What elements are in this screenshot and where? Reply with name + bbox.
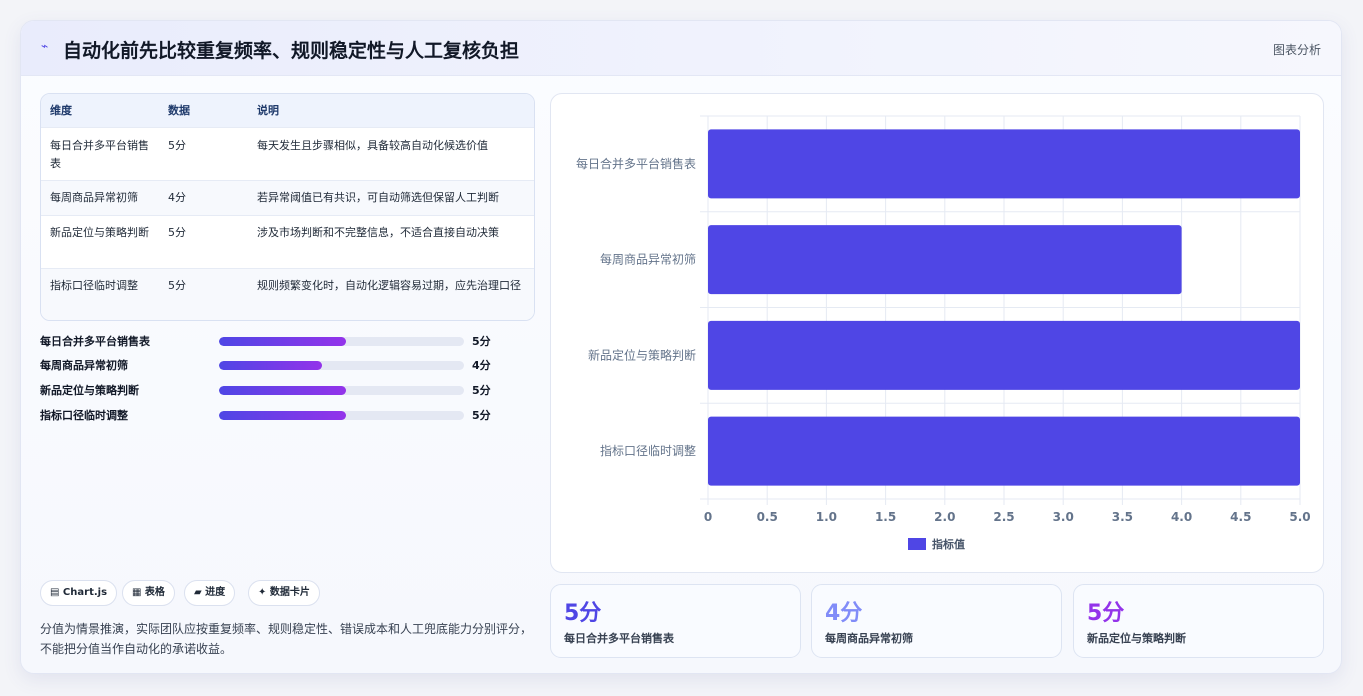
- stat-card: 4分 每周商品异常初筛: [811, 584, 1062, 658]
- table-cell: 4分: [168, 191, 186, 204]
- x-tick-label: 0: [704, 510, 712, 524]
- column-header: 维度: [50, 104, 72, 117]
- legend-swatch: [908, 538, 926, 550]
- table-cell: 5分: [168, 139, 186, 152]
- table-row: 指标口径临时调整 5分 规则频繁变化时，自动化逻辑容易过期，应先治理口径: [41, 268, 534, 320]
- chart-logo-icon: ⌁: [41, 39, 49, 53]
- chip-table[interactable]: ▦ 表格: [122, 580, 175, 606]
- progress-fill: [219, 411, 347, 420]
- progress-track: [219, 361, 464, 370]
- progress-item: 每周商品异常初筛 4分: [40, 355, 520, 375]
- bar-chart: 0 0.5 1.0 1.5 2.0 2.5 3.0 3.5 4.0 4.5 5.0 每日合并多平台销售…: [576, 115, 1311, 551]
- x-tick-label: 1.5: [875, 510, 896, 524]
- report-card: ⌁ 自动化前先比较重复频率、规则稳定性与人工复核负担 图表分析 维度 数据 说明…: [20, 20, 1342, 674]
- table-cell: 指标口径临时调整: [50, 279, 138, 292]
- x-tick-label: 0.5: [757, 510, 778, 524]
- table-cell: 5分: [168, 279, 186, 292]
- stat-card: 5分 每日合并多平台销售表: [550, 584, 801, 658]
- table-cell: 若异常阈值已有共识，可自动筛选但保留人工判断: [257, 191, 499, 204]
- progress-label: 每周商品异常初筛: [40, 359, 128, 372]
- x-tick-label: 2.0: [934, 510, 955, 524]
- x-tick-label: 1.0: [816, 510, 837, 524]
- stat-value: 5分: [564, 601, 602, 626]
- bar: [708, 416, 1300, 486]
- footnote: 分值为情景推演，实际团队应按重复频率、规则稳定性、错误成本和人工兜底能力分别评分…: [40, 622, 533, 656]
- y-category-label: 指标口径临时调整: [600, 443, 696, 458]
- progress-value: 5分: [472, 384, 491, 397]
- table-cell: 每天发生且步骤相似，具备较高自动化候选价值: [257, 139, 488, 152]
- legend-label: 指标值: [932, 537, 965, 551]
- stat-caption: 新品定位与策略判断: [1087, 632, 1186, 645]
- x-tick-label: 4.5: [1230, 510, 1251, 524]
- table-cell: 涉及市场判断和不完整信息，不适合直接自动决策: [257, 226, 499, 239]
- stat-card: 5分 新品定位与策略判断: [1073, 584, 1324, 658]
- table-row: 每周商品异常初筛 4分 若异常阈值已有共识，可自动筛选但保留人工判断: [41, 180, 534, 215]
- progress-value: 5分: [472, 409, 491, 422]
- table-cell: 每日合并多平台销售表: [50, 139, 149, 170]
- progress-track: [219, 386, 464, 395]
- x-tick-label: 5.0: [1289, 510, 1310, 524]
- progress-item: 新品定位与策略判断 5分: [40, 380, 520, 400]
- chip-progress[interactable]: ▰ 进度: [184, 580, 236, 606]
- y-category-label: 每日合并多平台销售表: [576, 156, 696, 171]
- progress-fill: [219, 361, 322, 370]
- stat-caption: 每日合并多平台销售表: [564, 632, 674, 645]
- table-cell: 5分: [168, 226, 186, 239]
- chip-data-cards[interactable]: ✦ 数据卡片: [248, 580, 320, 606]
- stat-value: 5分: [1087, 601, 1125, 626]
- x-tick-label: 3.0: [1053, 510, 1074, 524]
- bar: [708, 129, 1300, 199]
- table-header-row: 维度 数据 说明: [41, 94, 534, 127]
- progress-value: 5分: [472, 335, 491, 348]
- x-tick-label: 4.0: [1171, 510, 1192, 524]
- progress-fill: [219, 386, 347, 395]
- bar: [708, 225, 1182, 295]
- y-category-label: 新品定位与策略判断: [588, 347, 696, 362]
- stat-value: 4分: [825, 601, 863, 626]
- table-cell: 规则频繁变化时，自动化逻辑容易过期，应先治理口径: [257, 279, 521, 292]
- progress-label: 每日合并多平台销售表: [40, 335, 150, 348]
- bar: [708, 320, 1300, 390]
- x-tick-label: 3.5: [1112, 510, 1133, 524]
- progress-item: 每日合并多平台销售表 5分: [40, 331, 520, 351]
- progress-label: 新品定位与策略判断: [40, 384, 139, 397]
- progress-track: [219, 411, 464, 420]
- progress-track: [219, 337, 464, 346]
- progress-fill: [219, 337, 347, 346]
- x-tick-label: 2.5: [993, 510, 1014, 524]
- stat-caption: 每周商品异常初筛: [825, 632, 913, 645]
- chart-panel: 0 0.5 1.0 1.5 2.0 2.5 3.0 3.5 4.0 4.5 5.0 每日合并多平台销售…: [550, 93, 1324, 573]
- data-table: 维度 数据 说明 每日合并多平台销售表 5分 每天发生且步骤相似，具备较高自动化…: [40, 93, 535, 321]
- column-header: 说明: [257, 104, 279, 117]
- header-bar: ⌁ 自动化前先比较重复频率、规则稳定性与人工复核负担 图表分析: [21, 21, 1341, 76]
- table-cell: 新品定位与策略判断: [50, 226, 149, 239]
- column-header: 数据: [168, 104, 190, 117]
- progress-item: 指标口径临时调整 5分: [40, 405, 520, 425]
- table-row: 新品定位与策略判断 5分 涉及市场判断和不完整信息，不适合直接自动决策: [41, 215, 534, 268]
- table-row: 每日合并多平台销售表 5分 每天发生且步骤相似，具备较高自动化候选价值: [41, 127, 534, 180]
- header-tag: 图表分析: [1272, 43, 1321, 57]
- progress-label: 指标口径临时调整: [40, 409, 128, 422]
- page-title: 自动化前先比较重复频率、规则稳定性与人工复核负担: [63, 40, 520, 62]
- chip-chartjs[interactable]: ▤ Chart.js: [40, 580, 118, 606]
- table-cell: 每周商品异常初筛: [50, 191, 138, 204]
- y-category-label: 每周商品异常初筛: [600, 252, 696, 267]
- progress-value: 4分: [472, 359, 491, 372]
